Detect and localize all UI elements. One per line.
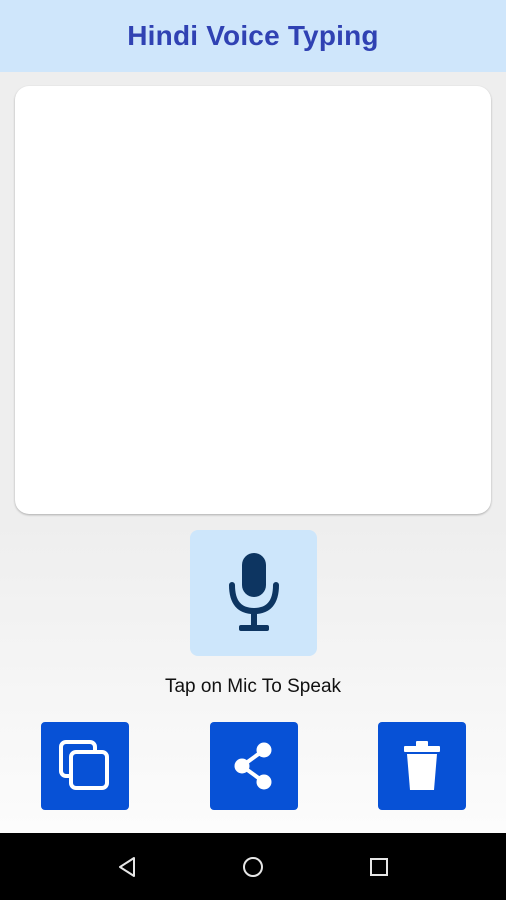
recents-icon xyxy=(370,857,388,876)
copy-button[interactable] xyxy=(41,722,129,810)
nav-home-button[interactable] xyxy=(213,833,293,900)
mic-hint-text: Tap on Mic To Speak xyxy=(164,676,342,697)
delete-button[interactable] xyxy=(378,722,466,810)
system-nav-bar xyxy=(0,833,506,900)
nav-recents-button[interactable] xyxy=(339,833,419,900)
back-icon xyxy=(119,856,135,877)
app-bar: Hindi Voice Typing xyxy=(0,0,506,72)
share-button[interactable] xyxy=(210,722,298,810)
speech-text-area[interactable] xyxy=(15,86,491,514)
nav-back-button[interactable] xyxy=(87,833,167,900)
home-icon xyxy=(243,856,263,877)
copy-icon xyxy=(59,740,109,790)
share-icon xyxy=(234,742,272,790)
trash-icon xyxy=(404,741,440,790)
microphone-icon xyxy=(228,553,279,631)
app-title: Hindi Voice Typing xyxy=(127,20,379,51)
mic-button[interactable] xyxy=(190,530,317,656)
